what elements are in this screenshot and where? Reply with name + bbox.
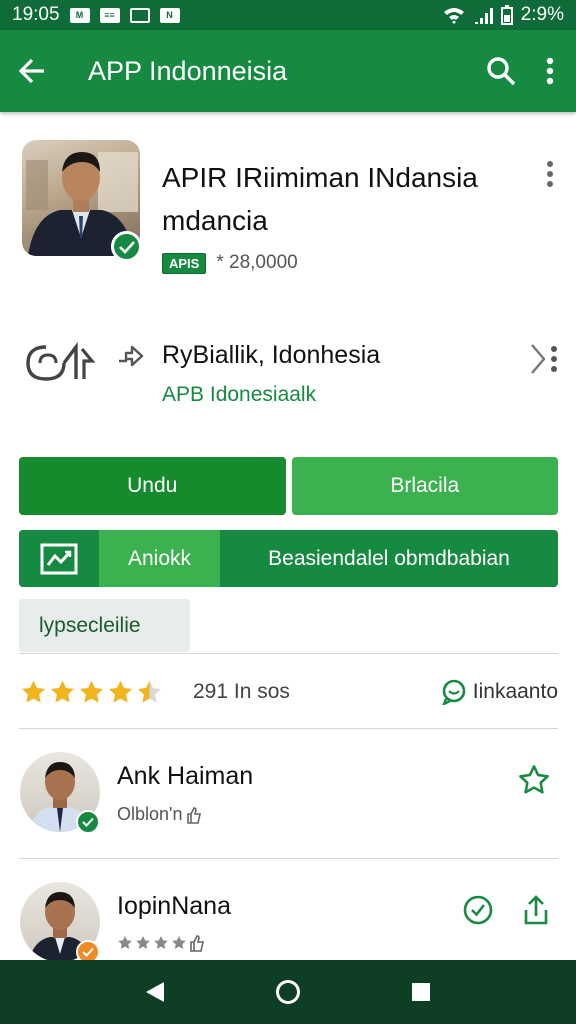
reviews-link[interactable]: Iinkaanto [441,679,558,705]
tab-bar: Aniokk Beasiendalel obmdbabian [19,530,558,587]
signal-icon [474,8,493,24]
divider [19,858,558,859]
app-title: APIR IRiimiman INdansia mdancia [162,162,478,236]
reviews-link-label: Iinkaanto [472,680,558,703]
app-bar: APP Indonneisia [0,30,576,112]
chat-icon [442,679,466,705]
star-icon [172,936,186,949]
check-circle-icon[interactable] [462,894,494,926]
thumb-icon [187,806,202,824]
app-header: APIR IRiimiman INdansia mdancia APIS * 2… [22,140,558,280]
verified-badge-icon [76,810,100,834]
tab-icon-button[interactable] [19,530,99,587]
install-button[interactable]: Undu [19,457,286,515]
star-outline-icon[interactable] [518,764,550,796]
share-arrow-icon[interactable] [116,343,144,369]
app-badge: APIS [162,252,207,274]
review-item[interactable]: IopinNana [20,882,558,972]
developer-logo-icon [26,341,96,381]
recents-square-icon[interactable] [410,981,432,1003]
reviewer-name: IopinNana [117,892,231,920]
star-icon [22,680,45,703]
chevron-right-icon[interactable] [530,343,546,375]
rating-stars [20,679,163,706]
developer-name: RyBiallik, Idonhesia [162,341,381,369]
status-time: 19:05 [12,4,60,25]
more-vert-icon[interactable] [550,345,558,373]
download-count: * 28,0000 [216,252,298,273]
star-half-icon [138,680,161,703]
system-nav-bar [0,960,576,1024]
star-icon [51,680,74,703]
thumb-icon [190,935,204,952]
notification-icon [129,7,150,23]
more-vert-icon[interactable] [546,57,554,85]
more-vert-icon[interactable] [546,160,554,188]
home-circle-icon[interactable] [275,979,301,1005]
verified-badge-icon [111,231,142,262]
star-icon [109,680,132,703]
secondary-button[interactable]: Brlacila [291,457,558,515]
battery-level: 2:9% [520,4,564,25]
filter-chip[interactable]: lypsecleilie [19,599,190,652]
review-item[interactable]: Ank Haiman Olblon'n [20,752,558,842]
app-bar-title: APP Indonneisia [88,55,288,86]
reviewer-name: Ank Haiman [117,762,254,790]
back-arrow-icon [18,58,44,84]
tab-first[interactable]: Aniokk [99,530,220,587]
notification-icon: ≡≡ [99,7,120,23]
divider [19,728,558,729]
star-icon [154,936,168,949]
divider [19,653,558,654]
image-chart-icon [40,543,78,574]
battery-icon [500,5,513,25]
back-triangle-icon[interactable] [144,980,166,1004]
tab-second[interactable]: Beasiendalel obmdbabian [220,530,558,587]
developer-subtitle: APB Idonesiaalk [162,383,317,406]
star-icon [80,680,103,703]
share-icon[interactable] [522,894,550,926]
action-buttons: Undu Brlacila [19,457,558,515]
wifi-icon [443,8,464,24]
rating-row: 291 In sos Iinkaanto [20,674,558,710]
developer-row[interactable]: RyBiallik, Idonhesia APB Idonesiaalk [22,335,558,415]
notification-icon: M [69,7,90,23]
search-icon[interactable] [486,56,516,86]
back-button[interactable] [18,58,74,84]
review-subtitle: Olblon'n [117,804,183,824]
star-icon [136,936,150,949]
rating-count: 291 In sos [193,680,290,703]
star-icon [118,936,132,949]
status-bar: 19:05 M ≡≡ N 2:9% [0,0,576,30]
notification-icon: N [159,7,180,23]
